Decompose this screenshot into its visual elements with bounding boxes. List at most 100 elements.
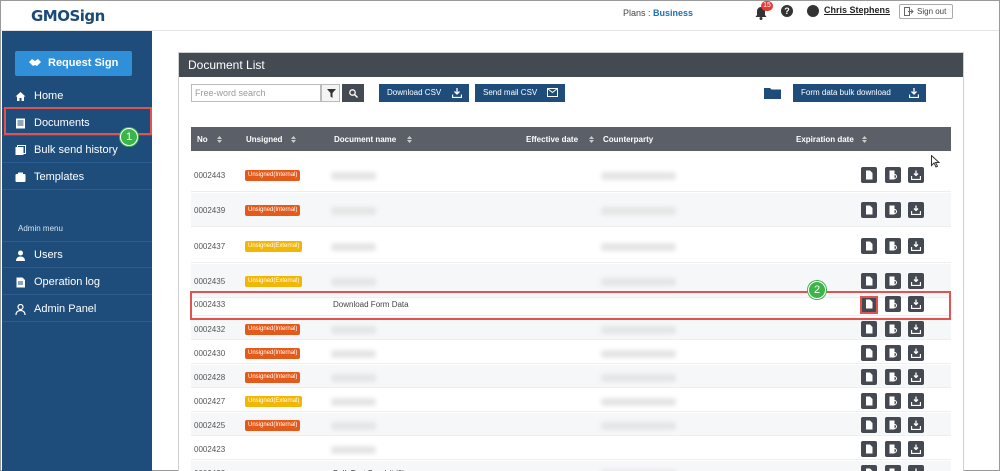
preview-document-icon bbox=[889, 170, 897, 180]
handshake-icon bbox=[29, 59, 41, 66]
row-number: 0002425 bbox=[194, 421, 226, 430]
view-document-button[interactable] bbox=[861, 417, 877, 433]
download-document-button[interactable] bbox=[908, 238, 924, 254]
table-row[interactable]: 0002437 Unsigned(External) bbox=[191, 229, 951, 263]
sidebar-item-operation-log[interactable]: Operation log bbox=[2, 269, 152, 295]
view-document-button[interactable] bbox=[861, 393, 877, 409]
preview-document-button[interactable] bbox=[885, 369, 901, 385]
table-row[interactable]: 0002439 Unsigned(Internal) bbox=[191, 193, 951, 227]
view-document-icon bbox=[866, 324, 873, 334]
status-badge: Unsigned(Internal) bbox=[245, 348, 301, 359]
top-bar: GMOSign Plans : Business 15 ? Chris Step… bbox=[1, 1, 999, 31]
sidebar-item-home[interactable]: Home bbox=[2, 83, 152, 109]
col-header-document-name[interactable]: Document name bbox=[334, 135, 396, 144]
view-document-button[interactable] bbox=[861, 369, 877, 385]
download-document-button[interactable] bbox=[908, 441, 924, 457]
form-data-bulk-download-button[interactable]: Form data bulk download bbox=[793, 84, 926, 102]
download-document-button[interactable] bbox=[908, 393, 924, 409]
table-row[interactable]: 0002428 Unsigned(Internal) bbox=[191, 365, 951, 388]
view-document-button[interactable] bbox=[861, 321, 877, 337]
bulk-send-icon bbox=[15, 145, 26, 155]
table-row[interactable]: 0002423 bbox=[191, 437, 951, 460]
download-csv-button[interactable]: Download CSV bbox=[379, 84, 469, 102]
view-document-button[interactable] bbox=[861, 441, 877, 457]
view-document-button[interactable] bbox=[861, 273, 877, 289]
col-header-counterparty[interactable]: Counterparty bbox=[603, 135, 653, 144]
send-mail-csv-button[interactable]: Send mail CSV bbox=[475, 84, 565, 102]
table-row[interactable]: 0002443 Unsigned(Internal) bbox=[191, 158, 951, 192]
table-row[interactable]: 0002427 Unsigned(External) bbox=[191, 389, 951, 412]
table-row[interactable]: 0002425 Unsigned(Internal) bbox=[191, 413, 951, 436]
col-header-unsigned[interactable]: Unsigned bbox=[246, 135, 282, 144]
preview-document-button[interactable] bbox=[885, 417, 901, 433]
col-header-no[interactable]: No bbox=[197, 135, 208, 144]
col-header-expiration-date[interactable]: Expiration date bbox=[796, 135, 854, 144]
plans-indicator: Plans : Business bbox=[623, 8, 693, 18]
download-document-button[interactable] bbox=[908, 273, 924, 289]
table-row[interactable]: 0002432 Unsigned(Internal) bbox=[191, 317, 951, 340]
download-document-button[interactable] bbox=[908, 369, 924, 385]
sort-icon[interactable] bbox=[589, 136, 594, 143]
redacted-document-name bbox=[331, 326, 376, 334]
download-icon bbox=[911, 324, 921, 334]
view-document-icon bbox=[866, 396, 873, 406]
preview-document-button[interactable] bbox=[885, 167, 901, 183]
download-icon bbox=[452, 88, 462, 98]
admin-menu-label: Admin menu bbox=[18, 224, 63, 233]
download-icon bbox=[911, 444, 921, 454]
search-input[interactable]: Free-word search bbox=[191, 84, 321, 102]
sidebar-item-users[interactable]: Users bbox=[2, 242, 152, 268]
document-list-panel: Document List Free-word search Download … bbox=[178, 52, 964, 471]
sort-icon[interactable] bbox=[291, 136, 296, 143]
col-header-effective-date[interactable]: Effective date bbox=[526, 135, 578, 144]
gmosign-logo[interactable]: GMOSign bbox=[31, 7, 105, 25]
download-document-button[interactable] bbox=[908, 465, 924, 471]
user-name-link[interactable]: Chris Stephens bbox=[824, 5, 890, 15]
preview-document-button[interactable] bbox=[885, 273, 901, 289]
filter-button[interactable] bbox=[321, 84, 340, 102]
redacted-document-name bbox=[331, 422, 376, 430]
request-sign-button[interactable]: Request Sign bbox=[15, 51, 132, 76]
folder-icon[interactable] bbox=[764, 86, 781, 99]
sidebar-item-label: Users bbox=[34, 249, 63, 261]
sidebar-item-templates[interactable]: Templates bbox=[2, 164, 152, 190]
download-document-button[interactable] bbox=[908, 321, 924, 337]
row-number: 0002432 bbox=[194, 325, 226, 334]
preview-document-button[interactable] bbox=[885, 393, 901, 409]
preview-document-icon bbox=[889, 324, 897, 334]
redacted-counterparty bbox=[601, 398, 676, 406]
row-number: 0002439 bbox=[194, 206, 226, 215]
preview-document-button[interactable] bbox=[885, 345, 901, 361]
table-header: No Unsigned Document name Effective date… bbox=[191, 127, 951, 151]
help-icon[interactable]: ? bbox=[781, 5, 793, 17]
preview-document-button[interactable] bbox=[885, 321, 901, 337]
preview-document-button[interactable] bbox=[885, 202, 901, 218]
sort-icon[interactable] bbox=[217, 136, 222, 143]
sidebar-item-admin-panel[interactable]: Admin Panel bbox=[2, 296, 152, 322]
download-document-button[interactable] bbox=[908, 167, 924, 183]
preview-document-button[interactable] bbox=[885, 465, 901, 471]
preview-document-button[interactable] bbox=[885, 441, 901, 457]
sidebar-item-label: Templates bbox=[34, 171, 85, 183]
row-number: 0002435 bbox=[194, 277, 226, 286]
sign-out-button[interactable]: Sign out bbox=[899, 4, 953, 19]
preview-document-icon bbox=[889, 241, 897, 251]
download-document-button[interactable] bbox=[908, 345, 924, 361]
search-button[interactable] bbox=[342, 84, 364, 102]
redacted-counterparty bbox=[601, 350, 676, 358]
table-row[interactable]: 0002422Bulk Test Send # (0) bbox=[191, 461, 951, 471]
view-document-button[interactable] bbox=[861, 238, 877, 254]
view-document-button[interactable] bbox=[861, 202, 877, 218]
sort-icon[interactable] bbox=[407, 136, 412, 143]
download-icon bbox=[911, 170, 921, 180]
sort-icon[interactable] bbox=[862, 136, 867, 143]
download-document-button[interactable] bbox=[908, 417, 924, 433]
view-document-button[interactable] bbox=[861, 345, 877, 361]
sidebar: Request Sign Home Documents Bulk send hi… bbox=[2, 31, 152, 471]
table-row[interactable]: 0002430 Unsigned(Internal) bbox=[191, 341, 951, 364]
download-document-button[interactable] bbox=[908, 202, 924, 218]
request-sign-label: Request Sign bbox=[48, 57, 119, 69]
view-document-button[interactable] bbox=[861, 465, 877, 471]
view-document-button[interactable] bbox=[861, 167, 877, 183]
preview-document-button[interactable] bbox=[885, 238, 901, 254]
